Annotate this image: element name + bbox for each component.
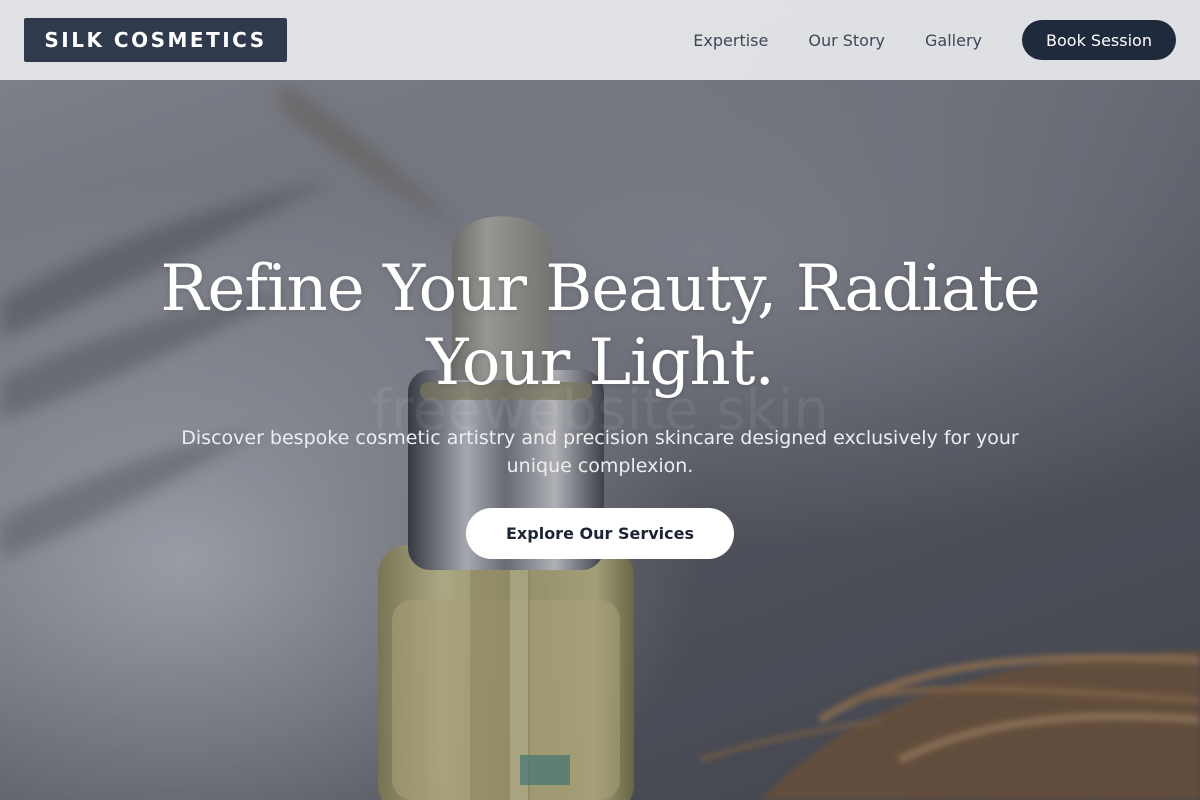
main-nav: Expertise Our Story Gallery Book Session xyxy=(693,20,1176,60)
nav-link-gallery[interactable]: Gallery xyxy=(925,31,982,50)
hero-subtitle: Discover bespoke cosmetic artistry and p… xyxy=(181,427,1019,477)
hero-title: Refine Your Beauty, Radiate Your Light. xyxy=(160,252,1040,400)
explore-services-button[interactable]: Explore Our Services xyxy=(466,508,734,559)
nav-link-expertise[interactable]: Expertise xyxy=(693,31,768,50)
hero-section: Refine Your Beauty, Radiate Your Light. … xyxy=(0,252,1200,559)
book-session-button[interactable]: Book Session xyxy=(1022,20,1176,60)
navbar: SILK COSMETICS Expertise Our Story Galle… xyxy=(0,0,1200,80)
brand-logo[interactable]: SILK COSMETICS xyxy=(24,18,287,62)
nav-link-our-story[interactable]: Our Story xyxy=(808,31,885,50)
